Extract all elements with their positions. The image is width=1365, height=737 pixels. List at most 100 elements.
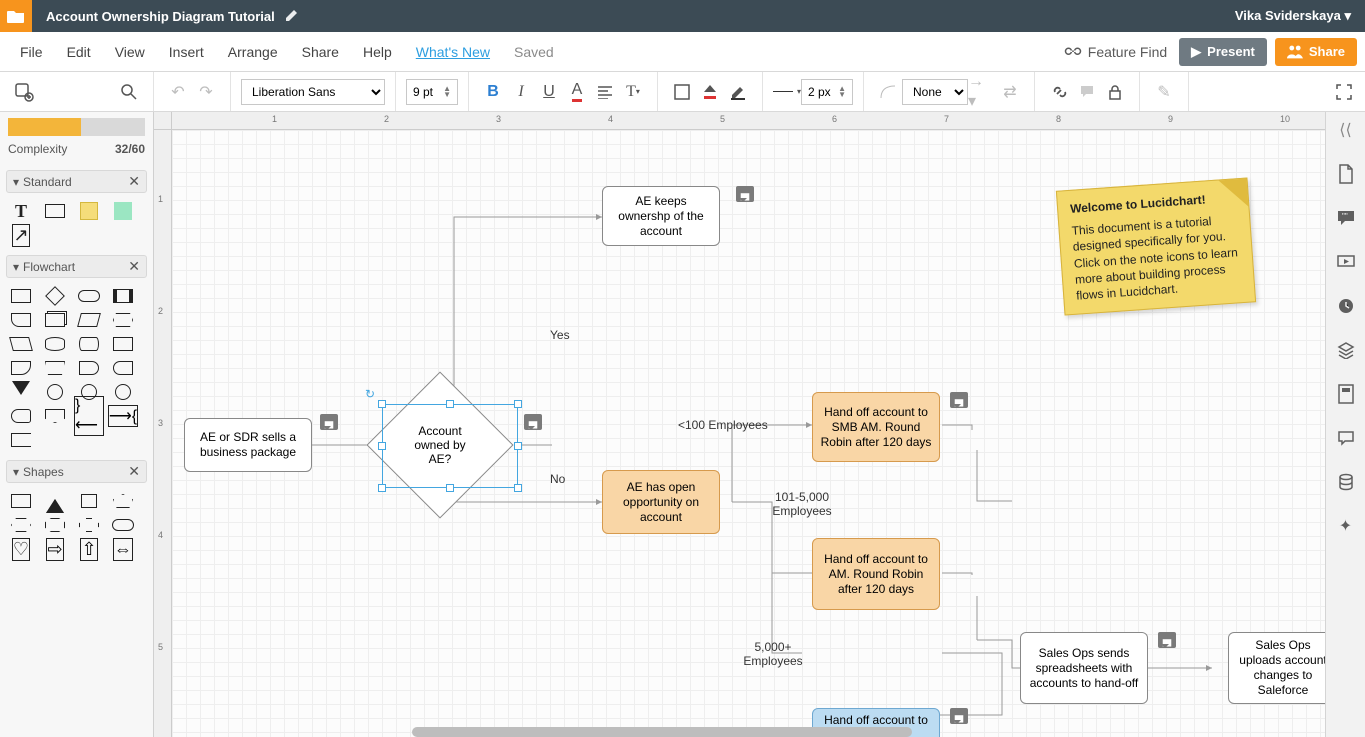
- fc-multidoc[interactable]: [40, 310, 70, 330]
- menu-insert[interactable]: Insert: [169, 44, 204, 60]
- note-icon[interactable]: ▄: [1158, 632, 1176, 648]
- sh-ar-r[interactable]: ⇨: [40, 539, 70, 559]
- fc-intstorage[interactable]: [108, 334, 138, 354]
- line-style-icon[interactable]: ▾: [773, 78, 801, 106]
- node-keep[interactable]: AE keeps ownershp of the account: [602, 186, 720, 246]
- shape-block[interactable]: [108, 201, 138, 221]
- note-icon[interactable]: ▄: [320, 414, 338, 430]
- fc-manual[interactable]: [40, 358, 70, 378]
- close-icon[interactable]: ✕: [128, 173, 140, 190]
- actions-icon[interactable]: ✦: [1334, 514, 1358, 538]
- menu-help[interactable]: Help: [363, 44, 392, 60]
- swap-ends-icon[interactable]: ⇄: [996, 78, 1024, 106]
- fullscreen-icon[interactable]: [1331, 79, 1357, 105]
- bold-icon[interactable]: B: [479, 78, 507, 106]
- fc-stored[interactable]: [108, 358, 138, 378]
- sh-rect[interactable]: [6, 491, 36, 511]
- shape-arrow[interactable]: ↗: [6, 225, 36, 245]
- fc-hex[interactable]: [108, 310, 138, 330]
- horizontal-scrollbar[interactable]: [412, 727, 912, 737]
- fc-delay[interactable]: [74, 358, 104, 378]
- fc-brace1[interactable]: }⟵: [74, 406, 104, 426]
- feature-find[interactable]: Feature Find: [1064, 44, 1167, 60]
- fc-display[interactable]: [6, 406, 36, 426]
- shape-style-icon[interactable]: [668, 78, 696, 106]
- sh-heart[interactable]: ♡: [6, 539, 36, 559]
- sh-ar-lr[interactable]: ⇔: [108, 539, 138, 559]
- magic-icon[interactable]: ✎: [1150, 78, 1178, 106]
- note-icon[interactable]: ▄: [950, 708, 968, 724]
- fc-predef[interactable]: [108, 286, 138, 306]
- border-color-icon[interactable]: [724, 78, 752, 106]
- fc-db[interactable]: [40, 334, 70, 354]
- font-size-select[interactable]: 9 pt▲▼: [406, 79, 458, 105]
- node-start[interactable]: AE or SDR sells a business package: [184, 418, 312, 472]
- palette-standard-header[interactable]: ▾ Standard✕: [6, 170, 147, 193]
- menu-view[interactable]: View: [115, 44, 145, 60]
- node-am[interactable]: Hand off account to AM. Round Robin afte…: [812, 538, 940, 610]
- menu-whats-new[interactable]: What's New: [416, 44, 490, 60]
- sticky-note[interactable]: Welcome to Lucidchart! This document is …: [1056, 177, 1256, 315]
- layers-icon[interactable]: [1334, 338, 1358, 362]
- close-icon[interactable]: ✕: [128, 463, 140, 480]
- stroke-width-select[interactable]: 2 px▲▼: [801, 79, 853, 105]
- rename-icon[interactable]: [285, 8, 299, 25]
- chat-icon[interactable]: [1334, 426, 1358, 450]
- sh-cloud[interactable]: [108, 515, 138, 535]
- history-icon[interactable]: [1334, 294, 1358, 318]
- node-smb[interactable]: Hand off account to SMB AM. Round Robin …: [812, 392, 940, 462]
- sh-rtri[interactable]: [74, 491, 104, 511]
- close-icon[interactable]: ✕: [128, 258, 140, 275]
- note-icon[interactable]: ▄: [524, 414, 542, 430]
- fc-process[interactable]: [6, 286, 36, 306]
- node-open[interactable]: AE has open opportunity on account: [602, 470, 720, 534]
- underline-icon[interactable]: U: [535, 78, 563, 106]
- fc-direct[interactable]: [74, 334, 104, 354]
- sh-cross[interactable]: [74, 515, 104, 535]
- italic-icon[interactable]: I: [507, 78, 535, 106]
- text-options-icon[interactable]: T▾: [619, 78, 647, 106]
- master-icon[interactable]: [1334, 382, 1358, 406]
- arrow-start-select[interactable]: None: [902, 79, 968, 105]
- fc-offpage[interactable]: [40, 406, 70, 426]
- shape-text[interactable]: T: [6, 201, 36, 221]
- sh-pent[interactable]: [108, 491, 138, 511]
- fc-merge[interactable]: [6, 382, 36, 402]
- node-ops1[interactable]: Sales Ops sends spreadsheets with accoun…: [1020, 632, 1148, 704]
- menu-arrange[interactable]: Arrange: [228, 44, 278, 60]
- share-button[interactable]: Share: [1275, 38, 1357, 66]
- sh-hex[interactable]: [6, 515, 36, 535]
- user-menu[interactable]: Vika Sviderskaya ▾: [1235, 8, 1351, 24]
- arrow-end-icon[interactable]: → ▾: [968, 78, 996, 106]
- data-icon[interactable]: [1334, 470, 1358, 494]
- present-panel-icon[interactable]: [1334, 250, 1358, 274]
- document-title[interactable]: Account Ownership Diagram Tutorial: [46, 9, 275, 24]
- menu-file[interactable]: File: [20, 44, 43, 60]
- fc-note[interactable]: [6, 430, 36, 450]
- font-family-select[interactable]: Liberation Sans: [241, 79, 385, 105]
- fc-paper[interactable]: [6, 358, 36, 378]
- shape-rect[interactable]: [40, 201, 70, 221]
- palette-flowchart-header[interactable]: ▾ Flowchart✕: [6, 255, 147, 278]
- note-icon[interactable]: ▄: [736, 186, 754, 202]
- node-ops2[interactable]: Sales Ops uploads account changes to Sal…: [1228, 632, 1325, 704]
- menu-edit[interactable]: Edit: [67, 44, 91, 60]
- menu-share[interactable]: Share: [302, 44, 339, 60]
- line-type-icon[interactable]: [874, 78, 902, 106]
- add-shape-icon[interactable]: [10, 78, 38, 106]
- palette-shapes-header[interactable]: ▾ Shapes✕: [6, 460, 147, 483]
- search-icon[interactable]: [115, 78, 143, 106]
- fc-io[interactable]: [6, 334, 36, 354]
- sh-tri[interactable]: [40, 491, 70, 511]
- shape-note[interactable]: [74, 201, 104, 221]
- sh-oct[interactable]: [40, 515, 70, 535]
- fc-data[interactable]: [74, 310, 104, 330]
- fc-connect[interactable]: [40, 382, 70, 402]
- present-button[interactable]: ▶Present: [1179, 38, 1267, 66]
- comments-panel-icon[interactable]: "": [1334, 206, 1358, 230]
- fc-decision[interactable]: [40, 286, 70, 306]
- collapse-dock-icon[interactable]: ⟨⟨: [1339, 120, 1351, 142]
- undo-icon[interactable]: ↶: [164, 78, 192, 106]
- fc-terminator[interactable]: [74, 286, 104, 306]
- text-color-icon[interactable]: A: [563, 78, 591, 106]
